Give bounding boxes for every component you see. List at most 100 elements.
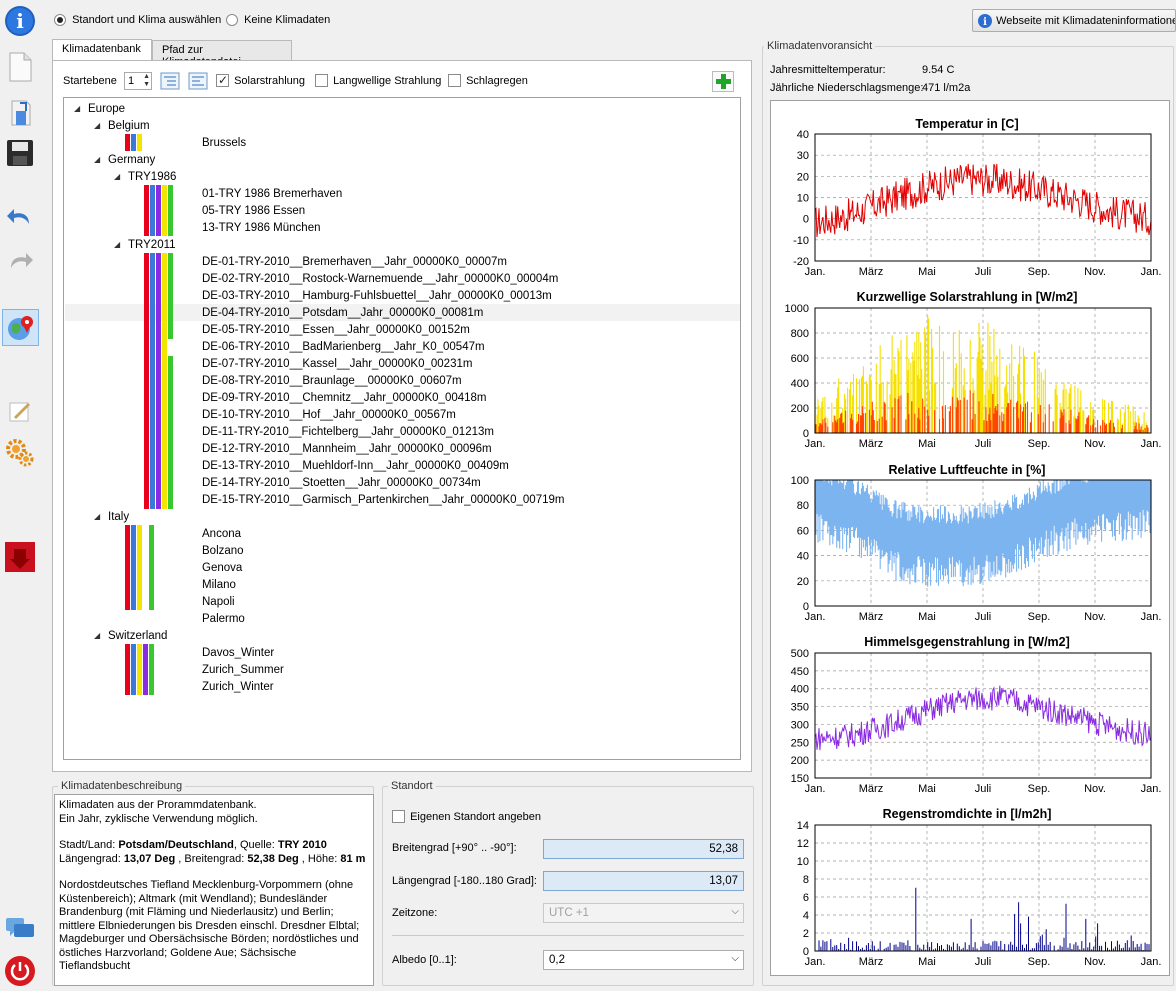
description-title: Klimadatenbeschreibung	[58, 780, 186, 792]
startebene-spinbox[interactable]: 1 ▲ ▼	[124, 72, 152, 90]
redo-icon[interactable]	[3, 244, 37, 278]
albedo-value: 0,2	[549, 954, 565, 966]
tree-leaf-try2011[interactable]: DE-13-TRY-2010__Muehldorf-Inn__Jahr_0000…	[202, 459, 509, 473]
tree-leaf-italy[interactable]: Genova	[202, 561, 242, 575]
tree-leaf-try2011[interactable]: DE-06-TRY-2010__BadMarienberg__Jahr_K0_0…	[202, 340, 485, 354]
solar-checkbox[interactable]: Solarstrahlung	[216, 73, 305, 87]
expand-all-icon[interactable]	[160, 72, 180, 90]
expand-arrow-icon[interactable]: ◢	[94, 512, 100, 521]
chat-icon[interactable]	[3, 912, 37, 946]
undo-icon[interactable]	[3, 200, 37, 234]
data-availability-bar	[168, 356, 173, 509]
export-icon[interactable]	[3, 540, 37, 574]
expand-arrow-icon[interactable]: ◢	[74, 104, 80, 113]
tree-leaf-try2011[interactable]: DE-01-TRY-2010__Bremerhaven__Jahr_00000K…	[202, 255, 507, 269]
albedo-label: Albedo [0..1]:	[392, 954, 457, 966]
climate-tree[interactable]: ◢ Europe ◢ Belgium Brussels ◢ Germany ◢ TRY1986 0…	[63, 97, 741, 760]
own-location-box[interactable]	[392, 810, 405, 823]
website-button[interactable]: i Webseite mit Klimadateninformationen	[972, 9, 1176, 32]
tree-leaf-try2011[interactable]: DE-03-TRY-2010__Hamburg-Fuhlsbuettel__Ja…	[202, 289, 552, 303]
data-availability-bar	[137, 644, 142, 695]
tz-combo[interactable]: UTC +1 ⌵	[543, 903, 744, 923]
tree-leaf-switzerland[interactable]: Zurich_Winter	[202, 680, 274, 694]
source-label: , Quelle:	[233, 839, 278, 851]
tree-leaf-try2011[interactable]: DE-04-TRY-2010__Potsdam__Jahr_00000K0_00…	[202, 306, 483, 320]
add-climate-button[interactable]	[712, 71, 734, 92]
solar-checkbox-box[interactable]	[216, 73, 229, 87]
rain-checkbox-box[interactable]	[448, 74, 461, 87]
longwave-checkbox-label: Langwellige Strahlung	[333, 74, 442, 87]
tree-node-try1986[interactable]: TRY1986	[128, 170, 176, 184]
radio-none-indicator[interactable]	[226, 14, 238, 27]
tz-value: UTC +1	[549, 907, 589, 919]
tree-leaf-italy[interactable]: Palermo	[202, 612, 245, 626]
tree-leaf-italy[interactable]: Ancona	[202, 527, 241, 541]
data-availability-bar	[162, 253, 167, 509]
radio-location[interactable]: Standort und Klima auswählen	[54, 14, 221, 27]
description-text: Klimadaten aus der Proramm­datenbank. Ei…	[54, 794, 374, 986]
lat-field-label: Breitengrad [+90° .. -90°]:	[392, 842, 517, 854]
lon-field[interactable]: 13,07	[543, 871, 744, 891]
standort-title: Standort	[388, 780, 436, 792]
new-file-icon[interactable]	[3, 50, 37, 84]
spin-arrows-icon[interactable]: ▲ ▼	[143, 73, 150, 89]
lat-value: 52,38 Deg	[247, 852, 299, 865]
longwave-checkbox-box[interactable]	[315, 74, 328, 87]
collapse-all-icon[interactable]	[188, 72, 208, 90]
tree-leaf-try2011[interactable]: DE-14-TRY-2010__Stoetten__Jahr_00000K0_0…	[202, 476, 481, 490]
tree-leaf-try2011[interactable]: DE-02-TRY-2010__Rostock-Warnemuende__Jah…	[202, 272, 558, 286]
own-location-checkbox[interactable]: Eigenen Standort angeben	[392, 810, 541, 823]
expand-arrow-icon[interactable]: ◢	[94, 155, 100, 164]
tree-leaf-italy[interactable]: Bolzano	[202, 544, 244, 558]
tab-database[interactable]: Klimadatenbank	[52, 39, 152, 61]
tree-leaf-try2011[interactable]: DE-08-TRY-2010__Braunlage__00000K0_00607…	[202, 374, 462, 388]
tree-leaf-switzerland[interactable]: Davos_Winter	[202, 646, 274, 660]
rain-checkbox[interactable]: Schlagregen	[448, 74, 528, 87]
tree-node-switzerland[interactable]: Switzerland	[108, 629, 167, 643]
albedo-combo[interactable]: 0,2 ⌵	[543, 950, 744, 970]
height-label: , Höhe:	[298, 852, 341, 865]
expand-arrow-icon[interactable]: ◢	[94, 631, 100, 640]
data-availability-bar	[144, 253, 149, 509]
lat-field[interactable]: 52,38	[543, 839, 744, 859]
expand-arrow-icon[interactable]: ◢	[94, 121, 100, 130]
expand-arrow-icon[interactable]: ◢	[114, 172, 120, 181]
tree-node-belgium[interactable]: Belgium	[108, 119, 150, 133]
tree-leaf-try2011[interactable]: DE-10-TRY-2010__Hof__Jahr_00000K0_00567m	[202, 408, 456, 422]
tree-leaf-try2011[interactable]: DE-05-TRY-2010__Essen__Jahr_00000K0_0015…	[202, 323, 470, 337]
open-file-icon[interactable]	[3, 96, 37, 130]
tree-leaf-try1986[interactable]: 01-TRY 1986 Bremerhaven	[202, 187, 342, 201]
data-availability-bar	[150, 253, 155, 509]
tree-leaf-italy[interactable]: Napoli	[202, 595, 235, 609]
radio-location-indicator[interactable]	[54, 14, 66, 27]
precip-value: 471 l/m2a	[922, 82, 971, 94]
tree-leaf-try2011[interactable]: DE-07-TRY-2010__Kassel__Jahr_00000K0_002…	[202, 357, 472, 371]
tree-node-italy[interactable]: Italy	[108, 510, 129, 524]
tab-file-path[interactable]: Pfad zur Klimadatendatei	[152, 40, 292, 68]
tree-leaf-try2011[interactable]: DE-12-TRY-2010__Mannheim__Jahr_00000K0_0…	[202, 442, 492, 456]
power-icon[interactable]	[3, 954, 37, 988]
location-climate-icon[interactable]	[2, 309, 39, 346]
tree-leaf-try1986[interactable]: 05-TRY 1986 Essen	[202, 204, 305, 218]
tree-node-europe[interactable]: Europe	[88, 102, 125, 116]
tree-leaf-try2011[interactable]: DE-11-TRY-2010__Fichtelberg__Jahr_00000K…	[202, 425, 494, 439]
settings-gears-icon[interactable]	[3, 436, 37, 470]
expand-arrow-icon[interactable]: ◢	[114, 240, 120, 249]
tree-node-brussels[interactable]: Brussels	[202, 136, 246, 150]
tree-leaf-try1986[interactable]: 13-TRY 1986 München	[202, 221, 321, 235]
tree-leaf-try2011[interactable]: DE-09-TRY-2010__Chemnitz__Jahr_00000K0_0…	[202, 391, 487, 405]
info-icon[interactable]: i	[3, 4, 37, 38]
edit-icon[interactable]	[3, 394, 37, 428]
radio-none[interactable]: Keine Klimadaten	[226, 14, 330, 27]
tree-leaf-italy[interactable]: Milano	[202, 578, 236, 592]
tree-node-germany[interactable]: Germany	[108, 153, 155, 167]
tree-leaf-switzerland[interactable]: Zurich_Summer	[202, 663, 284, 677]
tree-leaf-try2011[interactable]: DE-15-TRY-2010__Garmisch_Partenkirchen__…	[202, 493, 564, 507]
rain-checkbox-label: Schlagregen	[466, 74, 528, 87]
longwave-checkbox[interactable]: Langwellige Strahlung	[315, 74, 441, 87]
tree-node-try2011[interactable]: TRY2011	[128, 238, 176, 252]
data-availability-bar	[156, 253, 161, 509]
charts-area	[770, 100, 1170, 976]
save-icon[interactable]	[3, 136, 37, 170]
data-availability-bar	[168, 253, 173, 339]
